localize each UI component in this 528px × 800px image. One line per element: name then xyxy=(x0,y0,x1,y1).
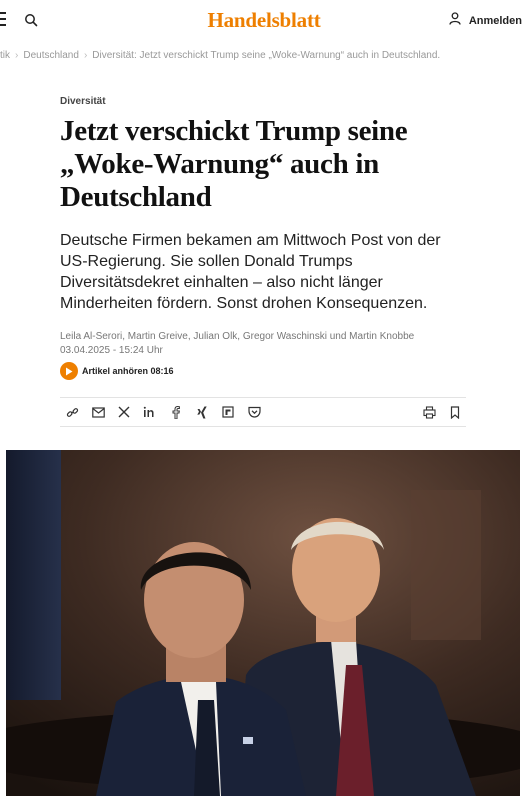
play-icon xyxy=(60,362,78,380)
site-header: Handelsblatt Anmelden xyxy=(0,0,528,40)
article-authors[interactable]: Leila Al-Serori, Martin Greive, Julian O… xyxy=(60,330,470,344)
article-kicker[interactable]: Diversität xyxy=(60,96,470,107)
share-bar xyxy=(60,397,466,427)
breadcrumb-item-current: Diversität: Jetzt verschickt Trump seine… xyxy=(92,50,441,61)
breadcrumb-item-politik[interactable]: tik xyxy=(0,50,10,61)
xing-icon[interactable] xyxy=(195,405,209,419)
article-header: Diversität Jetzt verschickt Trump seine … xyxy=(60,96,470,358)
breadcrumb-separator: › xyxy=(83,50,88,61)
login-button[interactable]: Anmelden xyxy=(449,12,522,30)
bookmark-icon[interactable] xyxy=(448,405,462,419)
linkedin-icon[interactable] xyxy=(143,405,157,419)
article-date: 03.04.2025 - 15:24 Uhr xyxy=(60,345,163,356)
audio-label: Artikel anhören 08:16 xyxy=(82,366,174,376)
article-lead: Deutsche Firmen bekamen am Mittwoch Post… xyxy=(60,232,441,312)
link-icon[interactable] xyxy=(65,405,79,419)
breadcrumb-separator: › xyxy=(15,50,19,61)
mail-icon[interactable] xyxy=(91,405,105,419)
print-icon[interactable] xyxy=(422,405,436,419)
user-icon xyxy=(449,12,461,30)
article-hero-image xyxy=(6,450,520,796)
facebook-icon[interactable] xyxy=(169,405,183,419)
x-icon[interactable] xyxy=(117,405,131,419)
audio-player-button[interactable]: Artikel anhören 08:16 xyxy=(60,362,174,380)
breadcrumb-item-deutschland[interactable]: Deutschland xyxy=(23,50,79,61)
logo-text[interactable]: Handelsblatt xyxy=(207,8,320,32)
breadcrumb: tik › Deutschland › Diversität: Jetzt versch… xyxy=(0,50,528,64)
article-headline: Jetzt verschickt Trump seine „Woke-Warnu… xyxy=(60,115,408,213)
pocket-icon[interactable] xyxy=(247,405,261,419)
flipboard-icon[interactable] xyxy=(221,405,235,419)
login-label: Anmelden xyxy=(468,15,522,27)
